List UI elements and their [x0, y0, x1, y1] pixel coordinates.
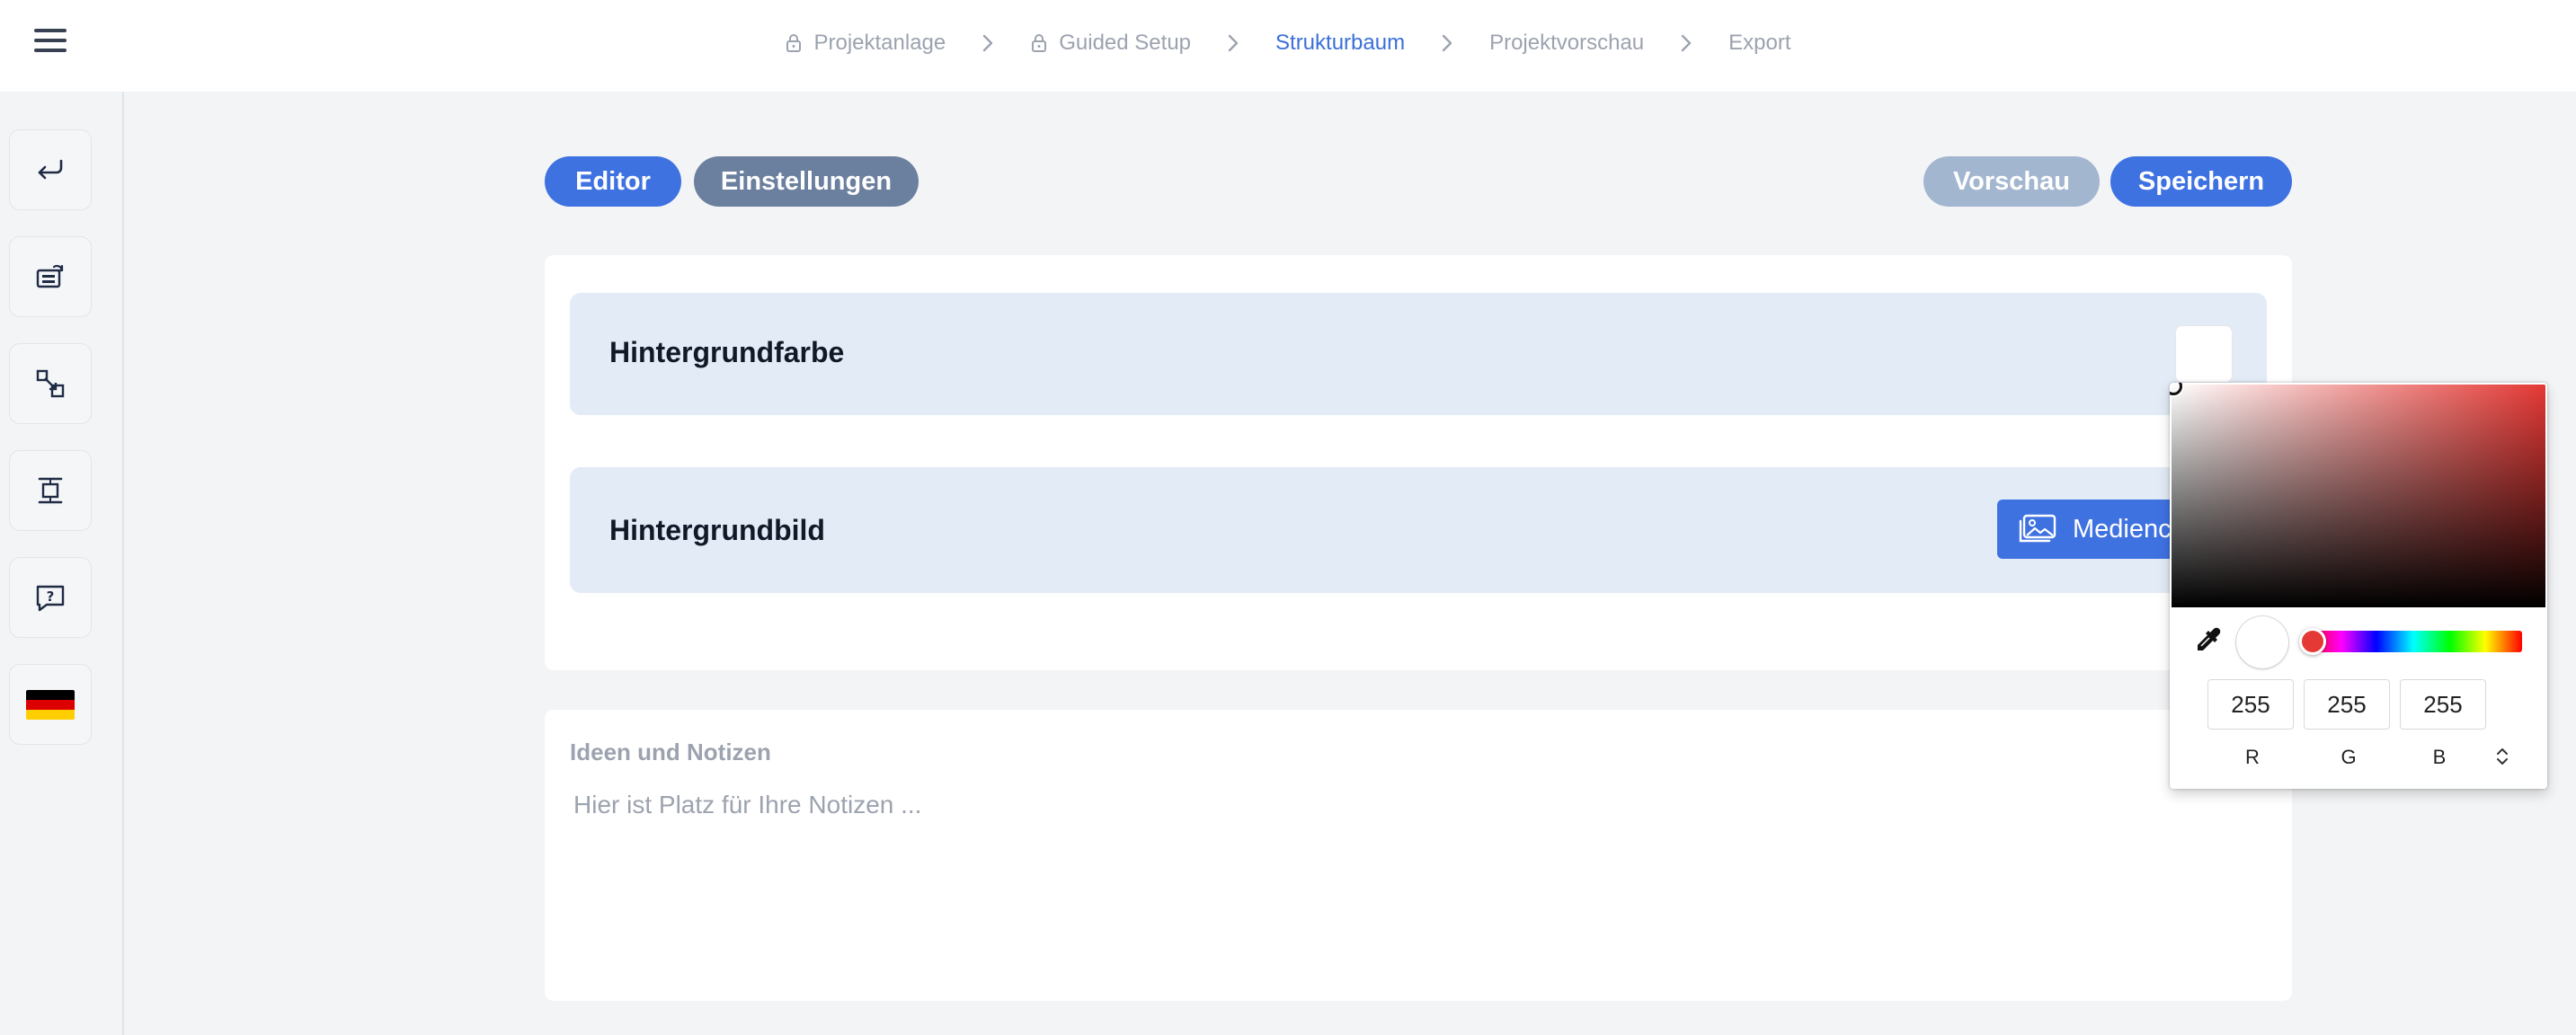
red-input[interactable]: [2207, 679, 2294, 730]
flag-stripe-black: [26, 689, 75, 700]
chevron-up-down-icon[interactable]: [2490, 742, 2515, 771]
background-image-label: Hintergrundbild: [609, 514, 825, 546]
flag-stripe-gold: [26, 709, 75, 720]
step-guided-setup[interactable]: Guided Setup: [1030, 31, 1191, 56]
top-bar: Projektanlage Guided Setup Strukturbaum …: [0, 0, 2576, 92]
settings-tab[interactable]: Einstellungen: [694, 156, 919, 207]
language-button[interactable]: [9, 664, 92, 745]
eyedropper-icon[interactable]: [2190, 624, 2225, 659]
background-color-row: Hintergrundfarbe: [570, 293, 2267, 415]
layout-edit-icon: [36, 264, 64, 288]
notes-title: Ideen und Notizen: [570, 739, 771, 765]
chevron-right-icon: [1442, 34, 1452, 52]
green-label: G: [2341, 746, 2357, 768]
help-button[interactable]: ?: [9, 557, 92, 638]
blue-input[interactable]: [2400, 679, 2486, 730]
green-input[interactable]: [2304, 679, 2390, 730]
notes-textarea[interactable]: [570, 787, 2260, 967]
save-button[interactable]: Speichern: [2110, 156, 2292, 207]
step-label: Export: [1728, 31, 1791, 55]
return-button[interactable]: [9, 129, 92, 210]
step-label: Projektvorschau: [1489, 31, 1645, 55]
step-strukturbaum[interactable]: Strukturbaum: [1275, 31, 1405, 56]
help-icon: ?: [36, 585, 65, 612]
layout-edit-button[interactable]: [9, 236, 92, 317]
flag-stripe-red: [26, 699, 75, 710]
chevron-right-icon: [1228, 34, 1239, 52]
saturation-handle[interactable]: [2170, 383, 2182, 395]
step-projektvorschau[interactable]: Projektvorschau: [1489, 31, 1644, 56]
lock-icon: [786, 34, 802, 52]
german-flag-icon: [26, 689, 75, 720]
color-swatch-button[interactable]: [2175, 325, 2233, 383]
editor-tab[interactable]: Editor: [545, 156, 681, 207]
lock-icon: [1032, 34, 1047, 52]
color-picker-popover: R G B: [2170, 383, 2547, 789]
step-label: Strukturbaum: [1275, 31, 1406, 55]
background-color-label: Hintergrundfarbe: [609, 336, 845, 368]
saturation-area[interactable]: [2170, 383, 2545, 607]
hue-handle[interactable]: [2299, 628, 2326, 655]
notes-card: Ideen und Notizen: [545, 710, 2292, 1001]
chevron-right-icon: [983, 34, 993, 52]
blue-label: B: [2432, 746, 2447, 768]
svg-text:?: ?: [47, 588, 55, 605]
background-image-row: Hintergrundbild Mediencenter: [570, 467, 2267, 593]
preview-button[interactable]: Vorschau: [1923, 156, 2100, 207]
chevron-right-icon: [1681, 34, 1692, 52]
image-gallery-icon: [2019, 514, 2056, 543]
step-export[interactable]: Export: [1728, 31, 1790, 56]
breadcrumb: Projektanlage Guided Setup Strukturbaum …: [0, 0, 2576, 86]
settings-card: Hintergrundfarbe Hintergrundbild Medienc…: [545, 255, 2292, 670]
resize-button[interactable]: [9, 343, 92, 424]
hue-slider[interactable]: [2299, 628, 2522, 655]
return-icon: [38, 159, 63, 180]
step-projektanlage[interactable]: Projektanlage: [785, 31, 946, 56]
step-label: Guided Setup: [1059, 31, 1192, 55]
color-preview: [2236, 616, 2288, 668]
spacing-icon: [38, 477, 63, 504]
resize-icon: [36, 369, 65, 398]
left-toolbar: ?: [0, 92, 124, 1035]
step-label: Projektanlage: [813, 31, 946, 55]
red-label: R: [2245, 746, 2260, 768]
spacing-button[interactable]: [9, 450, 92, 531]
